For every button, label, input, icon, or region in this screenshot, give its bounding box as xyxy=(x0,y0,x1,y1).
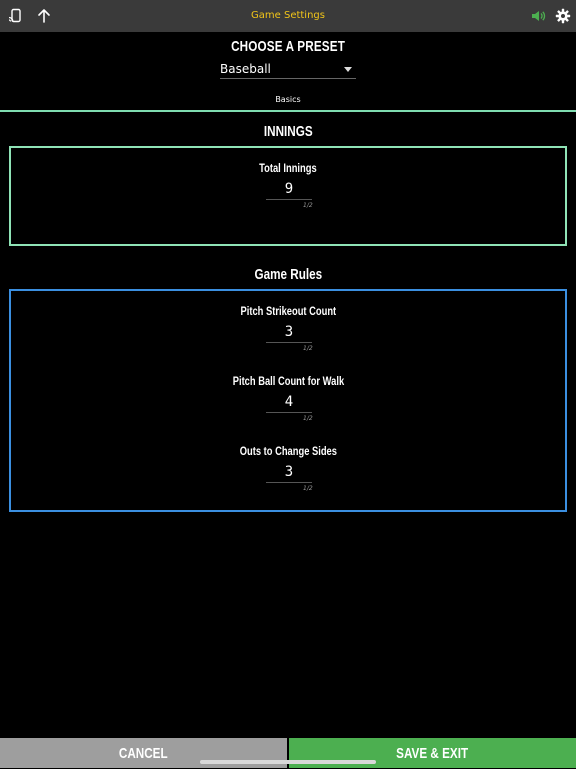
field-label-text: Outs to Change Sides xyxy=(239,444,337,458)
field-total-innings: Total Innings 9 1/2 xyxy=(11,161,565,221)
field-counter: 1/2 xyxy=(303,415,313,422)
home-indicator xyxy=(200,760,376,764)
section-title-innings-text: INNINGS xyxy=(263,123,313,140)
section-title-game-rules-text: Game Rules xyxy=(254,266,322,283)
volume-icon[interactable] xyxy=(530,8,546,24)
field-label-text: Pitch Ball Count for Walk xyxy=(232,374,344,388)
save-exit-button-label: SAVE & EXIT xyxy=(396,745,469,762)
game-rules-section: Pitch Strikeout Count 3 1/2 Pitch Ball C… xyxy=(9,289,567,512)
field-pitch-strikeout-count: Pitch Strikeout Count 3 1/2 xyxy=(11,304,565,364)
field-pitch-ball-count: Pitch Ball Count for Walk 4 1/2 xyxy=(11,374,565,434)
preset-heading: CHOOSE A PRESET xyxy=(0,37,576,55)
section-title-game-rules: Game Rules xyxy=(0,265,576,283)
tab-indicator xyxy=(0,110,576,112)
pitch-ball-count-input[interactable]: 4 xyxy=(266,392,312,413)
gear-icon[interactable] xyxy=(555,8,571,24)
field-label-text: Pitch Strikeout Count xyxy=(240,304,336,318)
section-title-innings: INNINGS xyxy=(0,122,576,140)
preset-heading-text: CHOOSE A PRESET xyxy=(231,38,345,55)
field-label-text: Total Innings xyxy=(259,161,317,175)
field-label: Pitch Strikeout Count xyxy=(11,304,565,318)
field-counter: 1/2 xyxy=(303,345,313,352)
field-label: Outs to Change Sides xyxy=(11,444,565,458)
preset-selected-value: Baseball xyxy=(220,62,271,76)
outs-to-change-sides-input[interactable]: 3 xyxy=(266,462,312,483)
field-label: Pitch Ball Count for Walk xyxy=(11,374,565,388)
total-innings-input[interactable]: 9 xyxy=(266,179,312,200)
field-outs-to-change-sides: Outs to Change Sides 3 1/2 xyxy=(11,444,565,504)
page-title: Game Settings xyxy=(251,10,325,21)
chevron-down-icon xyxy=(344,67,352,72)
field-label: Total Innings xyxy=(11,161,565,175)
preset-dropdown[interactable]: Baseball xyxy=(220,60,356,79)
cancel-button-label: CANCEL xyxy=(119,745,168,762)
field-counter: 1/2 xyxy=(303,485,313,492)
top-bar: Game Settings xyxy=(0,0,576,32)
innings-section: Total Innings 9 1/2 xyxy=(9,146,567,246)
tab-basics[interactable]: Basics xyxy=(0,95,576,104)
pitch-strikeout-count-input[interactable]: 3 xyxy=(266,322,312,343)
field-counter: 1/2 xyxy=(303,202,313,209)
